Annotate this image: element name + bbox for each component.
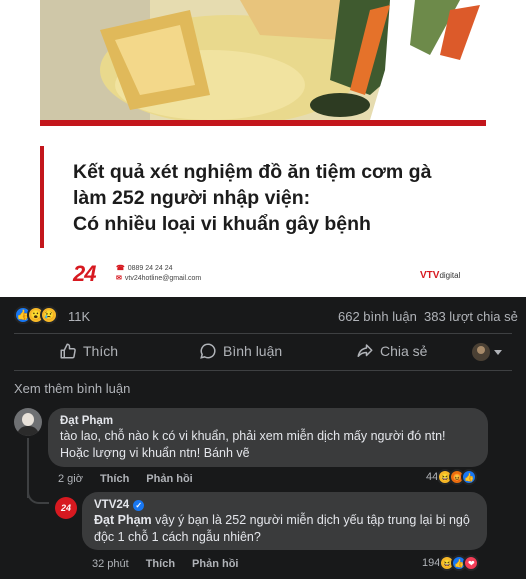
reply-meta: 32 phút Thích Phản hồi <box>92 558 256 570</box>
divider <box>14 370 512 371</box>
reply-reaction-summary[interactable]: 194 😆 👍 ❤ <box>422 555 480 571</box>
phone-line: ☎ 0889 24 24 24 <box>116 264 201 274</box>
reply-bubble: VTV24 ✓ Đạt Phạm vậy ý bạn là 252 người … <box>82 492 487 550</box>
reply-author-name: VTV24 <box>94 499 130 511</box>
divider <box>14 333 512 334</box>
share-button[interactable]: Chia sẻ <box>356 342 427 360</box>
user-avatar <box>472 343 490 361</box>
like-label: Thích <box>83 343 119 359</box>
comment-author[interactable]: Đạt Phạm <box>60 415 476 427</box>
email-line: ✉ vtv24hotline@gmail.com <box>116 274 201 284</box>
phone-icon: ☎ <box>116 265 125 272</box>
reply-time[interactable]: 32 phút <box>92 558 129 570</box>
email-address: vtv24hotline@gmail.com <box>124 275 202 282</box>
vtv24-avatar[interactable]: 24 <box>55 497 77 519</box>
reply-like-button[interactable]: Thích <box>146 558 175 570</box>
mention-link[interactable]: Đạt Phạm <box>94 513 152 527</box>
comment-text: tào lao, chỗ nào k có vi khuẩn, phải xem… <box>60 429 446 460</box>
love-icon: ❤ <box>463 555 480 571</box>
comment-button[interactable]: Bình luận <box>199 342 282 360</box>
vtv-logo-text: VTV <box>420 270 440 281</box>
headline-line-2: làm 252 người nhập viện: <box>73 187 311 209</box>
post-stats-row: 👍 😮 😢 11K 662 bình luận 383 lượt chia sẻ <box>0 303 526 329</box>
vtv-digital-logo: VTVdigital <box>420 270 460 281</box>
digital-logo-text: digital <box>439 271 461 280</box>
reply-text: Đạt Phạm vậy ý bạn là 252 người miễn dịc… <box>94 512 475 546</box>
view-more-comments-link[interactable]: Xem thêm bình luận <box>14 381 130 396</box>
comment-icon <box>200 343 216 359</box>
share-icon <box>357 344 373 357</box>
red-divider-bar <box>40 120 486 126</box>
post-action-bar: Thích Bình luận Chia sẻ <box>0 336 526 368</box>
reply-author[interactable]: VTV24 ✓ <box>94 499 475 511</box>
commenter-avatar[interactable] <box>14 408 42 436</box>
headline-accent-bar <box>40 146 44 248</box>
comment-count-link[interactable]: 662 bình luận <box>338 309 417 324</box>
verified-badge-icon: ✓ <box>133 499 145 511</box>
headline-line-3: Có nhiều loại vi khuẩn gây bệnh <box>73 213 371 235</box>
news-headline: Kết quả xét nghiệm đồ ăn tiệm cơm gà làm… <box>73 159 493 237</box>
like-icon: 👍 <box>461 469 478 485</box>
comment-meta: 2 giờ Thích Phản hồi <box>58 473 210 485</box>
thread-connector <box>27 478 49 504</box>
comment-reply-button[interactable]: Phản hồi <box>146 473 192 485</box>
comment-like-button[interactable]: Thích <box>100 473 129 485</box>
brand-24-logo: 24 <box>73 261 97 286</box>
mail-icon: ✉ <box>116 275 122 282</box>
comment-bubble: Đạt Phạm tào lao, chỗ nào k có vi khuẩn,… <box>48 408 488 467</box>
food-photo <box>40 0 486 120</box>
comment-reaction-summary[interactable]: 44 😆 😡 👍 <box>426 469 478 485</box>
headline-line-1: Kết quả xét nghiệm đồ ăn tiệm cơm gà <box>73 161 432 183</box>
comment-label: Bình luận <box>223 343 283 359</box>
share-label: Chia sẻ <box>380 343 428 359</box>
contact-info: ☎ 0889 24 24 24 ✉ vtv24hotline@gmail.com <box>116 264 201 284</box>
profile-selector-button[interactable] <box>472 343 502 361</box>
chevron-down-icon <box>494 349 502 355</box>
comment-time[interactable]: 2 giờ <box>58 473 83 485</box>
phone-number: 0889 24 24 24 <box>127 265 173 272</box>
reply-reply-button[interactable]: Phản hồi <box>192 558 238 570</box>
reaction-icons[interactable]: 👍 😮 😢 <box>14 306 58 324</box>
thumbs-up-icon <box>60 343 76 359</box>
news-image-card[interactable]: Kết quả xét nghiệm đồ ăn tiệm cơm gà làm… <box>0 0 526 297</box>
reply-reaction-count: 194 <box>422 557 441 569</box>
like-button[interactable]: Thích <box>59 342 118 360</box>
sad-icon: 😢 <box>40 306 58 324</box>
reaction-count[interactable]: 11K <box>68 309 90 324</box>
share-count-link[interactable]: 383 lượt chia sẻ <box>424 309 518 324</box>
